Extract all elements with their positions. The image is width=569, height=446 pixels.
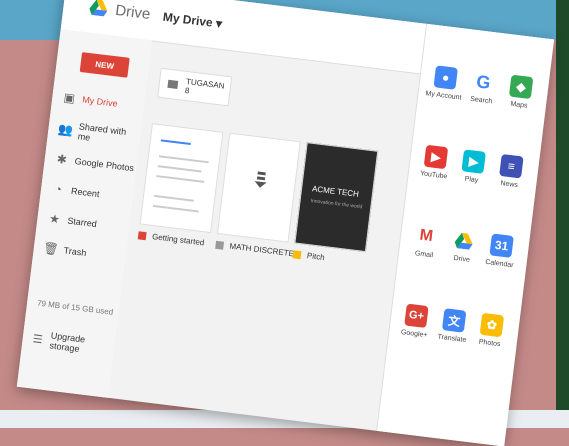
file-label: Getting started — [137, 230, 205, 248]
app-drive[interactable]: Drive — [442, 228, 484, 265]
sidebar-item-photos[interactable]: ✱ Google Photos — [54, 150, 135, 178]
file-name: Getting started — [151, 232, 205, 248]
play-icon: ▶ — [461, 149, 486, 174]
drive-screen: Drive My Drive ▾ NEW ▣ My Drive 👥 Shared… — [16, 0, 555, 446]
right-border — [556, 0, 569, 428]
star-icon: ★ — [48, 211, 61, 227]
folder-item[interactable]: TUGASAN 8 — [157, 67, 233, 107]
app-label: Translate — [437, 333, 467, 345]
file-thumbnail-slides[interactable]: ACME TECH Innovation for the world — [294, 142, 379, 253]
slide-title: ACME TECH — [311, 184, 360, 199]
file-icon — [215, 240, 225, 250]
sidebar-item-trash[interactable]: 🗑 Trash — [42, 239, 88, 262]
app-search[interactable]: G Search — [462, 69, 504, 106]
sidebar-item-label: Recent — [70, 185, 101, 200]
storage-icon: ☰ — [32, 333, 44, 347]
folder-name: TUGASAN 8 — [184, 76, 225, 96]
gplus-icon: G+ — [404, 303, 429, 329]
file-thumbnail-doc[interactable] — [139, 123, 224, 234]
app-news[interactable]: ≡ News — [490, 153, 532, 190]
storage-usage: 79 MB of 15 GB used — [36, 298, 114, 317]
sidebar-item-recent[interactable]: ◔ Recent — [50, 179, 100, 203]
file-label: Pitch — [292, 249, 326, 263]
trash-icon: 🗑 — [42, 240, 60, 257]
new-button[interactable]: NEW — [79, 52, 130, 78]
file-name: MATH DISCRETE... — [229, 241, 302, 260]
sidebar-item-starred[interactable]: ★ Starred — [47, 209, 98, 233]
sidebar-item-label: Google Photos — [74, 156, 135, 174]
app-my-account[interactable]: ● My Account — [424, 64, 466, 102]
app-label: YouTube — [419, 170, 448, 181]
file-area: TUGASAN 8 ACME TECH Innovation for the w… — [108, 41, 420, 431]
calendar-icon: 31 — [489, 233, 514, 258]
news-icon: ≡ — [499, 153, 524, 179]
youtube-icon: ▶ — [423, 144, 449, 170]
folder-icon — [167, 79, 179, 89]
app-label: My Account — [425, 90, 462, 102]
app-translate[interactable]: 文 Translate — [433, 307, 475, 344]
app-maps[interactable]: ◆ Maps — [500, 74, 542, 111]
app-calendar[interactable]: 31 Calendar — [480, 232, 522, 269]
sidebar-item-label: My Drive — [81, 94, 119, 109]
app-gmail[interactable]: M Gmail — [405, 223, 447, 260]
account-icon: ● — [433, 65, 458, 90]
translate-icon: 文 — [441, 308, 467, 333]
sidebar-item-label: Starred — [66, 215, 98, 230]
slides-icon — [292, 249, 302, 259]
recent-icon: ◔ — [53, 181, 63, 197]
sidebar-item-shared[interactable]: 👥 Shared with me — [57, 120, 141, 148]
sidebar-item-label: Shared with me — [77, 121, 127, 143]
sidebar-item-label: Trash — [63, 245, 87, 259]
app-label: Photos — [478, 338, 501, 349]
file-thumbnail-pdf[interactable] — [216, 132, 301, 243]
gmail-icon: M — [413, 224, 439, 249]
app-label: Maps — [509, 100, 528, 110]
my-drive-icon: ▣ — [62, 90, 76, 106]
photos-icon: ✿ — [479, 312, 505, 338]
shared-icon: 👥 — [57, 121, 74, 138]
app-googleplus[interactable]: G+ Google+ — [395, 303, 437, 340]
app-label: Drive — [453, 254, 471, 264]
app-photos[interactable]: ✿ Photos — [470, 312, 512, 349]
app-play[interactable]: ▶ Play — [452, 148, 494, 185]
app-label: Play — [464, 175, 479, 185]
app-label: News — [500, 180, 519, 190]
app-label: Search — [469, 95, 493, 106]
pdf-icon — [137, 230, 147, 240]
maps-icon: ◆ — [508, 74, 534, 100]
app-youtube[interactable]: ▶ YouTube — [414, 144, 456, 181]
google-icon: G — [471, 69, 496, 95]
slide-subtitle: Innovation for the world — [310, 198, 363, 211]
photos-nav-icon: ✱ — [56, 151, 68, 167]
upgrade-storage-link[interactable]: ☰ Upgrade storage — [32, 328, 116, 358]
upgrade-label: Upgrade storage — [49, 330, 86, 354]
app-label: Gmail — [414, 250, 434, 260]
drive-icon — [451, 228, 477, 254]
sidebar-item-my-drive[interactable]: ▣ My Drive — [61, 88, 118, 113]
drive-logo-icon — [89, 0, 108, 17]
drive-title: Drive — [114, 1, 152, 24]
download-arrow-icon — [254, 171, 267, 188]
app-label: Google+ — [400, 329, 428, 340]
app-label: Calendar — [484, 258, 514, 270]
file-name: Pitch — [306, 251, 326, 263]
location-dropdown[interactable]: My Drive ▾ — [162, 10, 223, 31]
